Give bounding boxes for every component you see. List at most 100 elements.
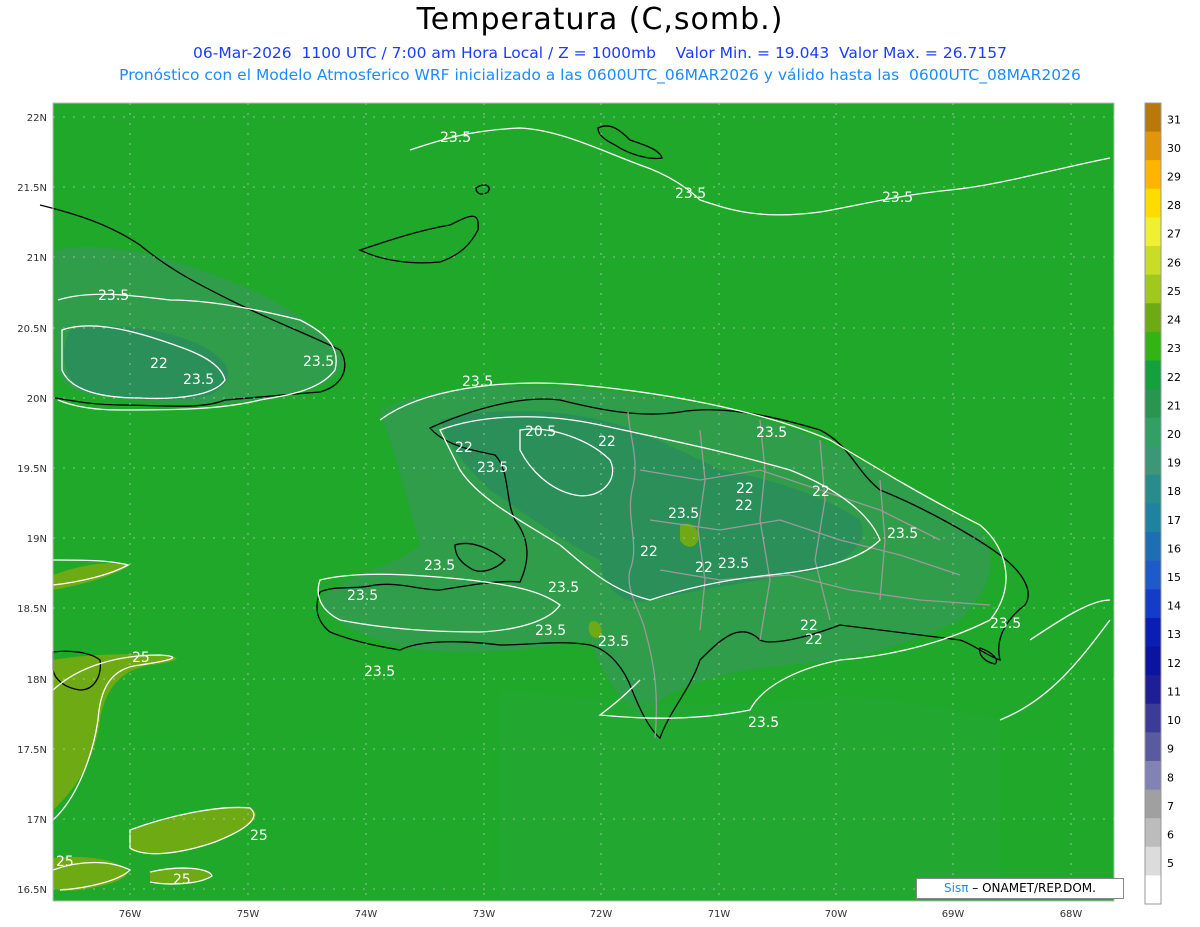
legend-swatch <box>1145 303 1161 333</box>
svg-text:23.5: 23.5 <box>882 190 913 206</box>
legend-swatch <box>1145 188 1161 218</box>
svg-text:23.5: 23.5 <box>548 580 579 596</box>
svg-text:23.5: 23.5 <box>98 288 129 304</box>
legend-swatch <box>1145 560 1161 590</box>
legend-swatch <box>1145 675 1161 705</box>
legend-value: 31 <box>1167 113 1181 126</box>
credit-box: Sisπ – ONAMET/REP.DOM. <box>916 878 1124 899</box>
legend-value: 19 <box>1167 457 1181 470</box>
svg-text:23.5: 23.5 <box>440 130 471 146</box>
legend-value: 18 <box>1167 485 1181 498</box>
lon-label: 70W <box>825 909 848 920</box>
svg-text:23.5: 23.5 <box>535 623 566 639</box>
lat-label: 18.5N <box>17 604 47 615</box>
legend-swatch <box>1145 732 1161 762</box>
legend-swatch <box>1145 846 1161 876</box>
legend-value: 6 <box>1167 828 1174 841</box>
longitude-axis: 76W 75W 74W 73W 72W 71W 70W 69W 68W <box>119 909 1083 920</box>
svg-text:23.5: 23.5 <box>462 374 493 390</box>
latitude-axis: 22N 21.5N 21N 20.5N 20N 19.5N 19N 18.5N … <box>17 113 47 896</box>
legend-swatch <box>1145 589 1161 619</box>
legend-swatch <box>1145 474 1161 504</box>
legend-value: 21 <box>1167 399 1181 412</box>
svg-text:23.5: 23.5 <box>990 616 1021 632</box>
svg-text:22: 22 <box>150 356 168 372</box>
svg-text:25: 25 <box>132 650 150 666</box>
svg-text:23.5: 23.5 <box>303 354 334 370</box>
legend-value: 10 <box>1167 714 1181 727</box>
legend-swatch <box>1145 360 1161 390</box>
lat-label: 17N <box>27 815 47 826</box>
lon-label: 71W <box>708 909 731 920</box>
lon-label: 75W <box>237 909 260 920</box>
legend-swatch <box>1145 331 1161 361</box>
legend-value: 23 <box>1167 342 1181 355</box>
legend-swatch <box>1145 617 1161 648</box>
svg-text:23.5: 23.5 <box>675 186 706 202</box>
svg-text:23.5: 23.5 <box>718 556 749 572</box>
legend-swatch <box>1145 703 1161 733</box>
legend-value: 22 <box>1167 371 1181 384</box>
svg-text:22: 22 <box>598 434 616 450</box>
legend-swatch <box>1145 503 1161 533</box>
lat-label: 17.5N <box>17 745 47 756</box>
legend-value: 20 <box>1167 428 1181 441</box>
credit-sis: Sis <box>944 881 962 895</box>
legend-swatch <box>1145 217 1161 247</box>
legend-swatch <box>1145 646 1161 676</box>
svg-text:25: 25 <box>173 872 191 888</box>
legend-value: 5 <box>1167 857 1174 870</box>
legend-swatch <box>1145 103 1161 133</box>
legend-value: 30 <box>1167 142 1181 155</box>
legend-value: 11 <box>1167 685 1181 698</box>
lon-label: 72W <box>590 909 613 920</box>
legend-value: 7 <box>1167 800 1174 813</box>
legend-swatch <box>1145 417 1161 447</box>
temperature-map: 23.5 23.5 23.5 23.5 22 23.5 23.5 23.5 20… <box>17 102 1181 920</box>
svg-text:25: 25 <box>56 854 74 870</box>
legend-value: 27 <box>1167 228 1181 241</box>
legend-value: 8 <box>1167 771 1174 784</box>
legend-value: 26 <box>1167 256 1181 269</box>
legend-value: 15 <box>1167 571 1181 584</box>
legend-value: 13 <box>1167 628 1181 641</box>
legend-swatch <box>1145 246 1161 276</box>
legend-value: 9 <box>1167 743 1174 756</box>
lat-label: 19.5N <box>17 464 47 475</box>
legend-swatch <box>1145 875 1161 905</box>
legend-value: 28 <box>1167 199 1181 212</box>
legend-swatch <box>1145 446 1161 476</box>
lat-label: 19N <box>27 534 47 545</box>
svg-text:23.5: 23.5 <box>668 506 699 522</box>
legend-swatch <box>1145 818 1161 848</box>
legend-swatch <box>1145 532 1161 562</box>
svg-text:20.5: 20.5 <box>525 424 556 440</box>
legend-value: 24 <box>1167 314 1181 327</box>
lon-label: 74W <box>355 909 378 920</box>
svg-text:22: 22 <box>736 481 754 497</box>
svg-text:23.5: 23.5 <box>183 372 214 388</box>
svg-text:23.5: 23.5 <box>424 558 455 574</box>
svg-text:22: 22 <box>695 560 713 576</box>
svg-text:23.5: 23.5 <box>347 588 378 604</box>
lat-label: 21N <box>27 253 47 264</box>
svg-text:23.5: 23.5 <box>887 526 918 542</box>
lon-label: 76W <box>119 909 142 920</box>
lat-label: 20N <box>27 394 47 405</box>
lat-label: 22N <box>27 113 47 124</box>
legend-swatch <box>1145 131 1161 161</box>
svg-text:23.5: 23.5 <box>756 425 787 441</box>
lat-label: 18N <box>27 675 47 686</box>
legend-swatch <box>1145 760 1161 791</box>
credit-org: – ONAMET/REP.DOM. <box>968 881 1096 895</box>
svg-text:25: 25 <box>250 828 268 844</box>
svg-text:23.5: 23.5 <box>598 634 629 650</box>
legend-swatch <box>1145 789 1161 819</box>
svg-text:22: 22 <box>735 498 753 514</box>
svg-text:23.5: 23.5 <box>364 664 395 680</box>
legend-value: 14 <box>1167 600 1181 613</box>
svg-text:22: 22 <box>812 484 830 500</box>
legend-value: 12 <box>1167 657 1181 670</box>
legend-value: 17 <box>1167 514 1181 527</box>
lat-label: 16.5N <box>17 885 47 896</box>
